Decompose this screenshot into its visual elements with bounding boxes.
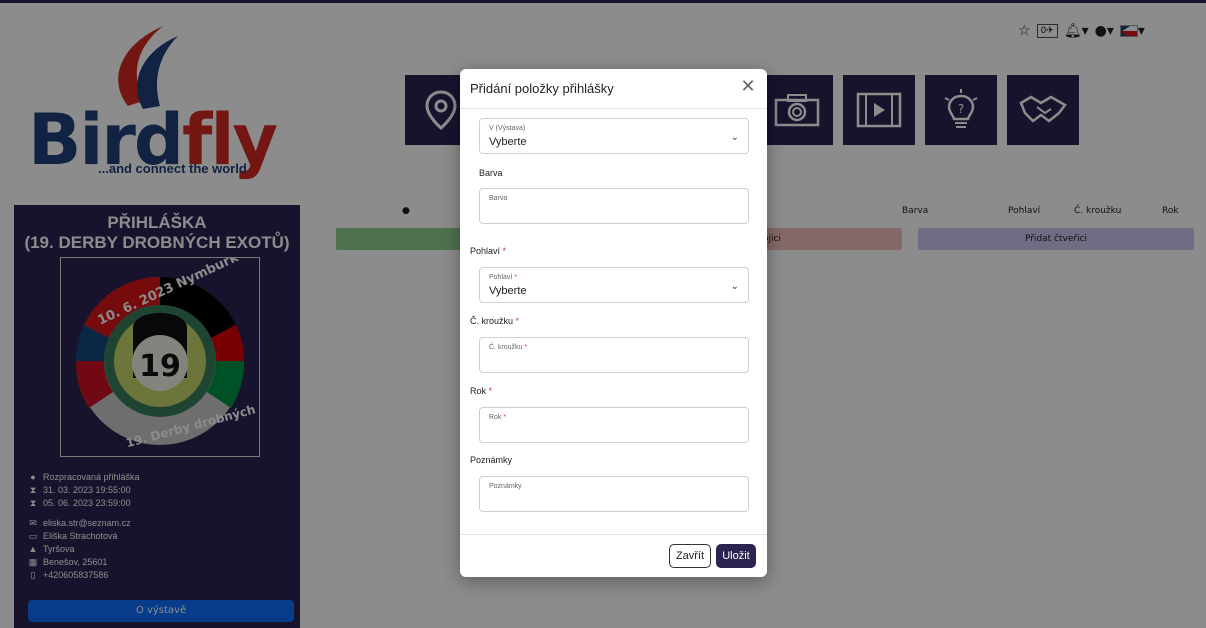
modal-title: Přidání položky přihlášky — [470, 81, 614, 96]
modal-header: Přidání položky přihlášky ✕ — [460, 69, 767, 109]
krouzek-placeholder: Č. kroužku * — [489, 344, 528, 351]
vystava-value: Vyberte — [489, 136, 527, 148]
rok-section-label: Rok * — [470, 386, 493, 396]
poznamky-section-label: Poznámky — [470, 455, 513, 465]
close-icon[interactable]: ✕ — [739, 78, 757, 96]
add-item-modal: Přidání položky přihlášky ✕ V (Výstava) … — [460, 69, 767, 577]
barva-input[interactable]: Barva — [479, 188, 749, 224]
rok-placeholder: Rok * — [489, 414, 507, 421]
barva-placeholder: Barva — [489, 195, 508, 202]
vystava-select[interactable]: V (Výstava) Vyberte ⌄ — [479, 118, 749, 154]
krouzek-section-label: Č. kroužku * — [470, 316, 520, 326]
pohlavi-label: Pohlaví * — [489, 274, 518, 281]
save-button[interactable]: Uložit — [716, 544, 756, 568]
rok-input[interactable]: Rok * — [479, 407, 749, 443]
poznamky-placeholder: Poznámky — [489, 483, 522, 490]
barva-section-label: Barva — [479, 168, 503, 178]
pohlavi-value: Vyberte — [489, 285, 527, 297]
pohlavi-select[interactable]: Pohlaví * Vyberte ⌄ — [479, 267, 749, 303]
chevron-down-icon: ⌄ — [730, 132, 739, 143]
close-button[interactable]: Zavřít — [669, 544, 711, 568]
modal-footer: Zavřít Uložit — [460, 534, 767, 577]
pohlavi-section-label: Pohlaví * — [470, 246, 507, 256]
chevron-down-icon: ⌄ — [730, 281, 739, 292]
poznamky-input[interactable]: Poznámky — [479, 476, 749, 512]
vystava-label: V (Výstava) — [489, 125, 526, 132]
krouzek-input[interactable]: Č. kroužku * — [479, 337, 749, 373]
